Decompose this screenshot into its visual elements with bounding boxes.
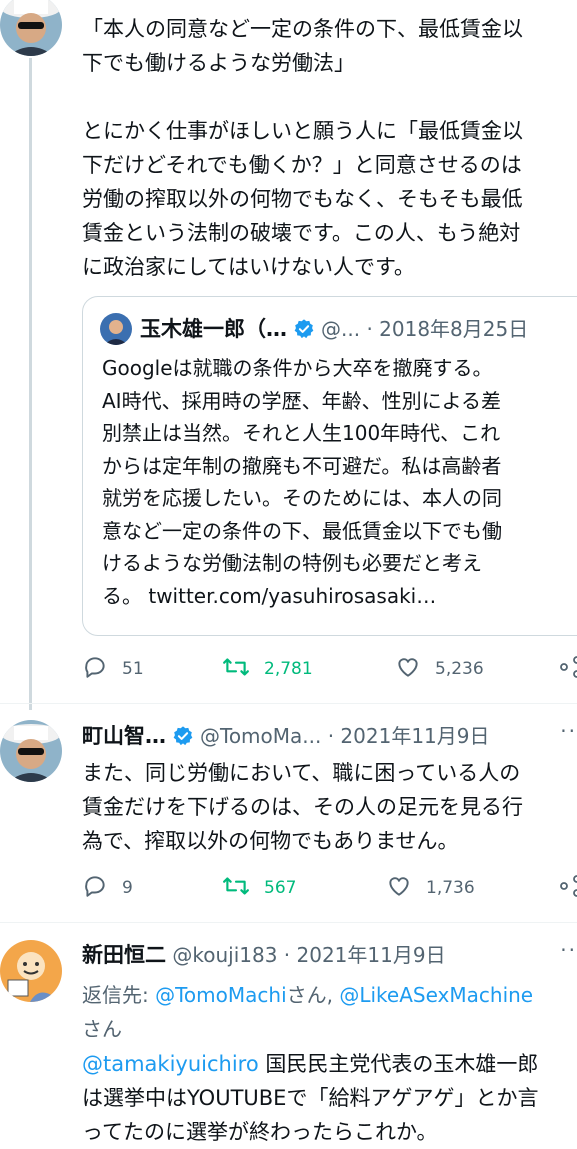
reply-count: 51 xyxy=(122,659,144,679)
author-handle[interactable]: @kouji183 xyxy=(172,943,277,967)
author-handle[interactable]: @TomoMa... xyxy=(200,724,321,748)
reply-icon xyxy=(85,876,105,897)
avatar-kouji183[interactable] xyxy=(0,940,62,1002)
quoted-tweet-date: · 2018年8月25日 xyxy=(366,317,529,341)
mention-link[interactable]: @tamakiyuichiro xyxy=(82,1052,259,1076)
divider xyxy=(0,922,577,923)
verified-icon xyxy=(294,319,314,339)
mention-link[interactable]: @TomoMachi xyxy=(155,983,287,1007)
tweet-text: @tamakiyuichiro 国民民主党代表の玉木雄一郎 は選挙中はYOUTU… xyxy=(82,1047,577,1149)
replying-to: 返信先: @TomoMachiさん, @LikeASexMachine さん xyxy=(82,978,577,1046)
quoted-tweet-handle: @... xyxy=(321,317,361,341)
retweet-icon xyxy=(223,658,249,676)
tweet-text-line: 国民民主党代表の玉木雄一郎 xyxy=(258,1052,539,1076)
like-count: 1,736 xyxy=(426,878,475,898)
like-button[interactable]: 1,736 xyxy=(386,873,475,903)
tweet-header: 町山智… @TomoMa... · 2021年11月9日 xyxy=(82,719,490,753)
verified-icon xyxy=(173,726,193,746)
replying-to-suffix: さん, xyxy=(286,983,340,1007)
tweet-header: 新田恒二 @kouji183 · 2021年11月9日 xyxy=(82,938,446,972)
share-button[interactable] xyxy=(560,654,577,684)
retweet-button[interactable]: 567 xyxy=(222,873,296,903)
share-icon xyxy=(560,875,577,897)
replying-to-suffix: さん xyxy=(82,1017,122,1041)
quoted-tweet-avatar xyxy=(100,313,132,345)
tweet-date[interactable]: · 2021年11月9日 xyxy=(284,943,446,967)
quoted-tweet-text: Googleは就職の条件から大卒を撤廃する。 AI時代、採用時の学歴、年齢、性別… xyxy=(102,356,502,608)
reply-button[interactable]: 9 xyxy=(82,873,133,903)
replying-to-label: 返信先: xyxy=(82,983,156,1007)
avatar-tomomachi[interactable] xyxy=(0,0,62,56)
like-count: 5,236 xyxy=(435,659,484,679)
retweet-icon xyxy=(223,877,249,895)
retweet-count: 567 xyxy=(264,878,297,898)
reply-button[interactable]: 51 xyxy=(82,654,144,684)
reply-count: 9 xyxy=(122,878,133,898)
divider xyxy=(0,703,577,704)
tweet-text: また、同じ労働において、職に困っている人の 賃金だけを下げるのは、その人の足元を… xyxy=(82,761,523,853)
more-options-icon[interactable]: ·· xyxy=(560,938,577,962)
avatar-tomomachi[interactable] xyxy=(0,720,62,782)
author-name[interactable]: 新田恒二 xyxy=(82,943,166,967)
like-icon xyxy=(398,658,418,677)
quoted-tweet-author-name: 玉木雄一郎（… xyxy=(140,317,287,341)
tweet-text-rest: は選挙中はYOUTUBEで「給料アゲアゲ」とか言 ってたのに選挙が終わったらこれ… xyxy=(82,1086,539,1144)
share-icon xyxy=(560,656,577,678)
share-button[interactable] xyxy=(560,873,577,903)
tweet-date[interactable]: · 2021年11月9日 xyxy=(328,724,490,748)
like-icon xyxy=(389,877,409,896)
retweet-count: 2,781 xyxy=(264,659,313,679)
retweet-button[interactable]: 2,781 xyxy=(222,654,313,684)
quoted-tweet-header: 玉木雄一郎（… @... · 2018年8月25日 xyxy=(140,312,528,346)
mention-link[interactable]: @LikeASexMachine xyxy=(339,983,533,1007)
tweet-text: 「本人の同意など一定の条件の下、最低賃金以 下でも働けるような労働法」 とにかく… xyxy=(82,17,523,279)
author-name[interactable]: 町山智… xyxy=(82,724,166,748)
reply-icon xyxy=(85,657,105,678)
like-button[interactable]: 5,236 xyxy=(395,654,484,684)
thread-line xyxy=(29,58,32,710)
more-options-icon[interactable]: ·· xyxy=(560,719,577,743)
